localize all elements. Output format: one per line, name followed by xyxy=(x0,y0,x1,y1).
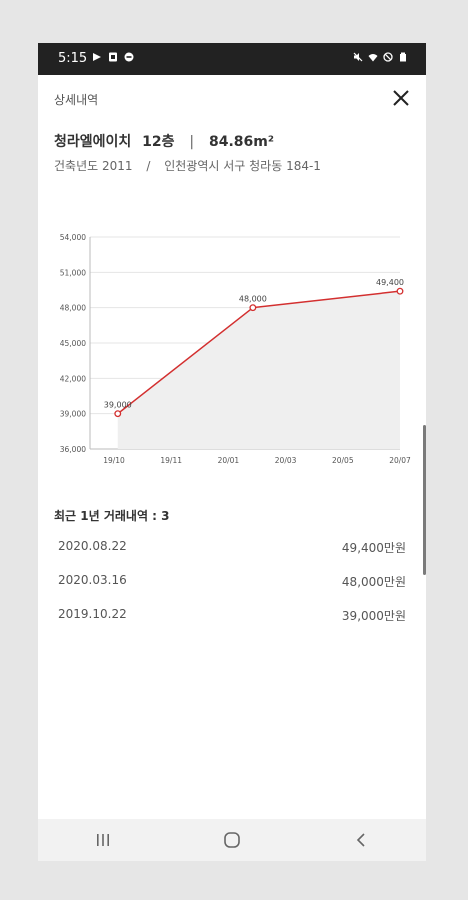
data-point xyxy=(396,287,404,295)
apartment-summary: 청라엘에이치 12층 | 84.86m² xyxy=(54,131,274,151)
address-separator: / xyxy=(146,159,151,173)
notification-icon xyxy=(124,52,134,62)
home-icon xyxy=(224,832,240,848)
data-label: 49,400 xyxy=(376,278,404,287)
apartment-separator: | xyxy=(189,134,195,150)
y-tick-label: 48,000 xyxy=(60,304,86,313)
page-title: 상세내역 xyxy=(54,93,99,107)
status-time: 5:15 xyxy=(58,51,88,66)
apartment-floor: 12층 xyxy=(142,134,175,150)
address: 인천광역시 서구 청라동 184-1 xyxy=(164,159,321,173)
price-chart: 36,000 39,000 42,000 45,000 48,000 51,000 54,0… xyxy=(38,225,426,485)
close-icon xyxy=(393,90,409,106)
phone-screen: 5:15 상세내역 청라엘에이치 12층 | 84.86m² 건축년도 2011… xyxy=(38,43,426,861)
back-button[interactable] xyxy=(341,825,381,855)
history-price: 39,000만원 xyxy=(341,609,406,623)
history-title: 최근 1년 거래내역 : 3 xyxy=(54,509,170,523)
mute-icon xyxy=(353,52,363,62)
x-tick-label: 20/03 xyxy=(275,456,297,465)
battery-icon xyxy=(400,52,406,62)
series-area xyxy=(117,291,400,449)
data-point xyxy=(114,410,122,418)
navigation-bar xyxy=(38,819,426,861)
close-button[interactable] xyxy=(388,85,414,111)
apartment-details: 건축년도 2011 / 인천광역시 서구 청라동 184-1 xyxy=(54,157,321,174)
data-label: 48,000 xyxy=(239,295,267,304)
data-point xyxy=(249,304,257,312)
history-row[interactable]: 2020.03.16 48,000만원 xyxy=(58,573,406,593)
dnd-icon xyxy=(383,52,393,62)
x-tick-label: 20/05 xyxy=(332,456,354,465)
built-year: 건축년도 2011 xyxy=(54,159,133,173)
y-tick-label: 54,000 xyxy=(60,233,86,242)
y-tick-label: 42,000 xyxy=(60,374,86,383)
x-tick-label: 19/11 xyxy=(160,456,182,465)
y-tick-label: 45,000 xyxy=(60,339,86,348)
y-tick-label: 36,000 xyxy=(60,445,86,454)
history-date: 2020.08.22 xyxy=(58,539,127,553)
back-icon xyxy=(357,833,365,847)
history-date: 2020.03.16 xyxy=(58,573,127,587)
scrollbar[interactable] xyxy=(423,425,426,575)
history-date: 2019.10.22 xyxy=(58,607,127,621)
recents-icon xyxy=(96,834,109,846)
x-tick-label: 20/07 xyxy=(389,456,411,465)
wifi-icon xyxy=(368,54,378,62)
data-label: 39,000 xyxy=(104,401,132,410)
play-icon xyxy=(93,53,101,61)
status-right-icons xyxy=(353,52,408,62)
history-price: 48,000만원 xyxy=(341,575,406,589)
x-tick-label: 20/01 xyxy=(218,456,240,465)
apartment-name: 청라엘에이치 xyxy=(54,134,132,150)
y-tick-label: 51,000 xyxy=(60,268,86,277)
y-tick-label: 39,000 xyxy=(60,410,86,419)
status-bar: 5:15 xyxy=(38,43,426,75)
detail-panel: 상세내역 청라엘에이치 12층 | 84.86m² 건축년도 2011 / 인천… xyxy=(38,75,426,819)
apartment-area: 84.86m² xyxy=(209,134,275,150)
status-left-icons xyxy=(92,52,134,62)
price-chart-svg: 36,000 39,000 42,000 45,000 48,000 51,000 54,0… xyxy=(60,233,411,465)
history-price: 49,400만원 xyxy=(341,541,406,555)
sim-icon xyxy=(109,52,117,62)
recents-button[interactable] xyxy=(83,825,123,855)
x-tick-label: 19/10 xyxy=(103,456,125,465)
home-button[interactable] xyxy=(212,825,252,855)
history-row[interactable]: 2020.08.22 49,400만원 xyxy=(58,539,406,559)
history-row[interactable]: 2019.10.22 39,000만원 xyxy=(58,607,406,627)
